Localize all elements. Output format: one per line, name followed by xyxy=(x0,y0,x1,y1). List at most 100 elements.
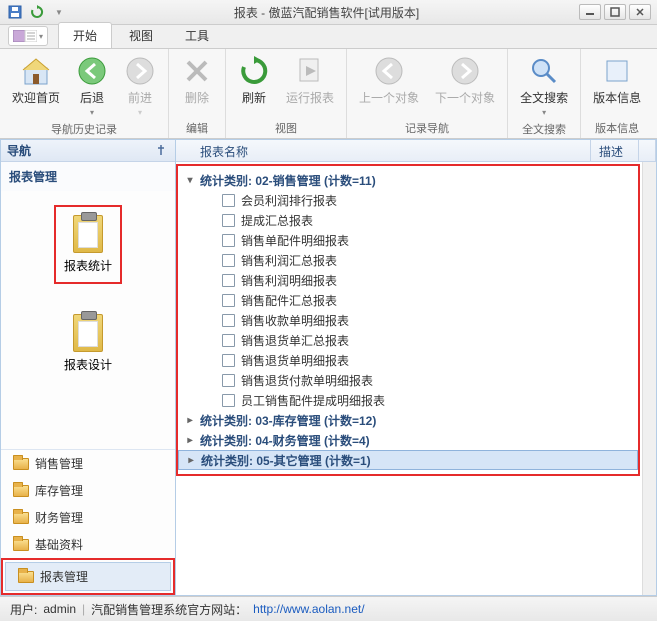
status-separator: | xyxy=(82,602,85,616)
run-report-icon xyxy=(294,55,326,87)
qat-refresh-icon[interactable] xyxy=(28,3,46,21)
back-icon xyxy=(76,55,108,87)
scrollbar-corner xyxy=(639,140,656,161)
ribbon-group-record-nav: 上一个对象 下一个对象 记录导航 xyxy=(347,49,508,138)
nav-item-finance[interactable]: 财务管理 xyxy=(1,504,175,531)
ribbon: 欢迎首页 后退 ▾ 前进 ▾ 导航历史记录 删除 编辑 xyxy=(0,49,657,139)
report-row[interactable]: 销售利润汇总报表 xyxy=(178,250,638,270)
report-row[interactable]: 销售配件汇总报表 xyxy=(178,290,638,310)
tab-start[interactable]: 开始 xyxy=(58,22,112,48)
nav-icon-report-design[interactable]: 报表设计 xyxy=(58,308,118,379)
next-object-button[interactable]: 下一个对象 xyxy=(431,53,499,108)
nav-item-basic[interactable]: 基础资料 xyxy=(1,531,175,558)
nav-panel: 导航 报表管理 报表统计 报表设计 销售管理 库存管理 财务管理 基础资料 xyxy=(0,139,176,596)
version-button[interactable]: 版本信息 xyxy=(589,53,645,108)
report-row[interactable]: 销售退货单明细报表 xyxy=(178,350,638,370)
nav-item-sales[interactable]: 销售管理 xyxy=(1,450,175,477)
delete-button[interactable]: 删除 xyxy=(177,53,217,108)
collapse-icon[interactable]: ▾ xyxy=(184,174,196,186)
nav-header: 导航 xyxy=(1,140,175,162)
tab-tools[interactable]: 工具 xyxy=(170,22,224,48)
refresh-label: 刷新 xyxy=(242,89,266,106)
ribbon-group-version: 版本信息 版本信息 xyxy=(581,49,653,138)
run-report-button[interactable]: 运行报表 xyxy=(282,53,338,108)
nav-icon-design-label: 报表设计 xyxy=(64,356,112,373)
ribbon-group-nav-history: 欢迎首页 后退 ▾ 前进 ▾ 导航历史记录 xyxy=(0,49,169,138)
delete-icon xyxy=(181,55,213,87)
prev-object-button[interactable]: 上一个对象 xyxy=(355,53,423,108)
nav-item-label: 报表管理 xyxy=(40,568,88,585)
next-label: 下一个对象 xyxy=(435,89,495,106)
group-row-sales[interactable]: ▾统计类别: 02-销售管理 (计数=11) xyxy=(178,170,638,190)
status-user: admin xyxy=(43,602,76,616)
nav-folder-list: 销售管理 库存管理 财务管理 基础资料 报表管理 xyxy=(1,449,175,595)
folder-icon xyxy=(13,512,29,524)
run-report-label: 运行报表 xyxy=(286,89,334,106)
status-site-label: 汽配销售管理系统官方网站： xyxy=(91,601,247,618)
highlighted-group-box: ▾统计类别: 02-销售管理 (计数=11) 会员利润排行报表提成汇总报表销售单… xyxy=(176,164,640,476)
group-label: 统计类别: 04-财务管理 (计数=4) xyxy=(200,432,370,449)
body-area: 导航 报表管理 报表统计 报表设计 销售管理 库存管理 财务管理 基础资料 xyxy=(0,139,657,596)
window-title: 报表 - 傲蓝汽配销售软件[试用版本] xyxy=(74,4,579,21)
close-button[interactable] xyxy=(629,4,651,20)
prev-icon xyxy=(373,55,405,87)
vertical-scrollbar[interactable] xyxy=(642,162,656,595)
group-label-view: 视图 xyxy=(275,118,297,136)
expand-icon[interactable]: ▸ xyxy=(184,414,196,426)
clipboard-icon xyxy=(73,314,103,352)
nav-title: 导航 xyxy=(7,142,31,159)
grid-header: 报表名称 描述 xyxy=(176,140,656,162)
folder-icon xyxy=(13,539,29,551)
group-row-other[interactable]: ▸ 统计类别: 05-其它管理 (计数=1) xyxy=(178,450,638,470)
nav-icon-stats-label: 报表统计 xyxy=(64,257,112,274)
report-row[interactable]: 销售利润明细报表 xyxy=(178,270,638,290)
nav-item-label: 财务管理 xyxy=(35,509,83,526)
pin-icon[interactable] xyxy=(155,144,169,158)
fulltext-search-button[interactable]: 全文搜索 ▾ xyxy=(516,53,572,119)
report-row[interactable]: 员工销售配件提成明细报表 xyxy=(178,390,638,410)
group-label: 统计类别: 03-库存管理 (计数=12) xyxy=(200,412,376,429)
nav-item-label: 基础资料 xyxy=(35,536,83,553)
report-row[interactable]: 提成汇总报表 xyxy=(178,210,638,230)
group-row-stock[interactable]: ▸ 统计类别: 03-库存管理 (计数=12) xyxy=(178,410,638,430)
expand-icon[interactable]: ▸ xyxy=(184,434,196,446)
report-row[interactable]: 会员利润排行报表 xyxy=(178,190,638,210)
group-label: 统计类别: 05-其它管理 (计数=1) xyxy=(201,452,371,469)
minimize-button[interactable] xyxy=(579,4,601,20)
home-button[interactable]: 欢迎首页 xyxy=(8,53,64,108)
nav-icon-report-stats[interactable]: 报表统计 xyxy=(58,209,118,280)
report-row[interactable]: 销售退货付款单明细报表 xyxy=(178,370,638,390)
column-header-desc[interactable]: 描述 xyxy=(591,140,639,161)
file-menu-button[interactable]: ▾ xyxy=(8,26,48,46)
quick-access-toolbar: ▼ xyxy=(0,3,74,21)
back-button[interactable]: 后退 ▾ xyxy=(72,53,112,119)
report-row[interactable]: 销售退货单汇总报表 xyxy=(178,330,638,350)
search-label: 全文搜索 xyxy=(520,89,568,106)
nav-item-report-mgmt[interactable]: 报表管理 xyxy=(5,562,171,591)
ribbon-tabstrip: ▾ 开始 视图 工具 xyxy=(0,25,657,49)
report-row[interactable]: 销售收款单明细报表 xyxy=(178,310,638,330)
group-row-finance[interactable]: ▸ 统计类别: 04-财务管理 (计数=4) xyxy=(178,430,638,450)
expand-icon[interactable]: ▸ xyxy=(185,454,197,466)
nav-section-title: 报表管理 xyxy=(1,162,175,191)
version-icon xyxy=(601,55,633,87)
status-user-label: 用户: xyxy=(10,601,37,618)
qat-dropdown-icon[interactable]: ▼ xyxy=(50,3,68,21)
window-controls xyxy=(579,4,657,20)
maximize-button[interactable] xyxy=(604,4,626,20)
column-header-name[interactable]: 报表名称 xyxy=(176,140,591,161)
content-panel: 报表名称 描述 ▾统计类别: 02-销售管理 (计数=11) 会员利润排行报表提… xyxy=(176,139,657,596)
refresh-button[interactable]: 刷新 xyxy=(234,53,274,108)
nav-item-label: 库存管理 xyxy=(35,482,83,499)
tab-view[interactable]: 视图 xyxy=(114,22,168,48)
status-url-link[interactable]: http://www.aolan.net/ xyxy=(253,602,364,616)
report-row[interactable]: 销售单配件明细报表 xyxy=(178,230,638,250)
group-label-nav: 导航历史记录 xyxy=(51,119,117,137)
qat-save-icon[interactable] xyxy=(6,3,24,21)
forward-label: 前进 xyxy=(128,89,152,106)
forward-icon xyxy=(124,55,156,87)
group-label-search: 全文搜索 xyxy=(522,119,566,137)
forward-button[interactable]: 前进 ▾ xyxy=(120,53,160,119)
nav-item-stock[interactable]: 库存管理 xyxy=(1,477,175,504)
version-label: 版本信息 xyxy=(593,89,641,106)
